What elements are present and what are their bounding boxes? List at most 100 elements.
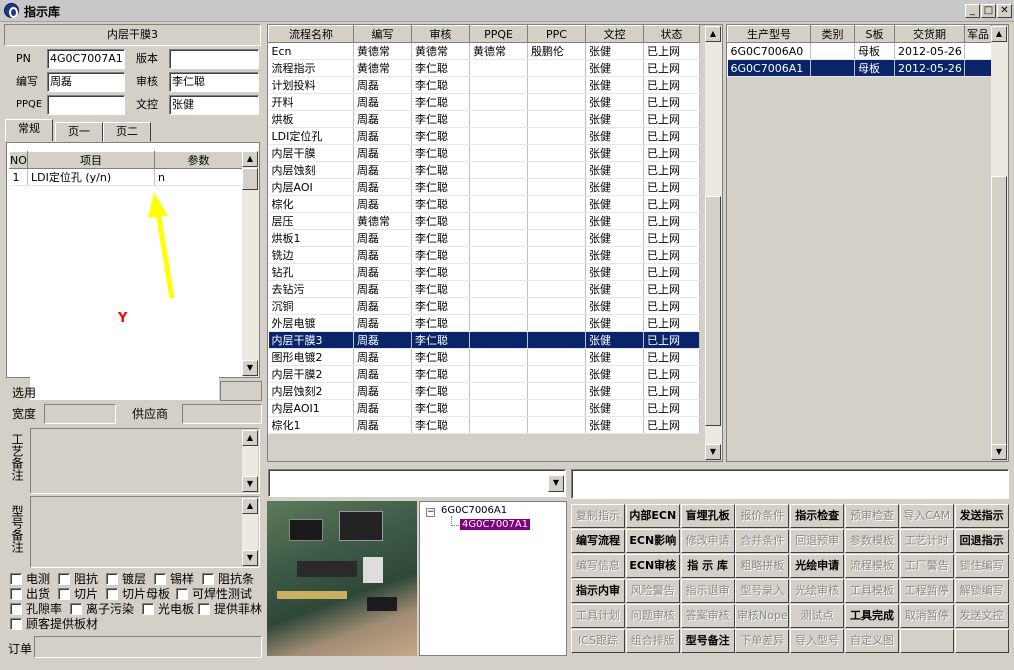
action-button[interactable]: 粗略拼板 (735, 554, 790, 578)
action-button[interactable]: 导入型号 (790, 629, 845, 653)
flow-col-header[interactable]: 流程名称 (268, 25, 354, 43)
action-button[interactable]: 编写流程 (571, 529, 625, 553)
action-button[interactable]: 测试点 (790, 604, 845, 628)
scroll-down-icon[interactable]: ▼ (242, 360, 258, 376)
checkbox-electrical-test[interactable] (10, 573, 22, 585)
flow-row[interactable]: 层压 黄德常 李仁聪 张健 已上网 (268, 212, 700, 230)
model-col-header[interactable]: 交货期 (894, 25, 965, 43)
flow-row[interactable]: 外层电镀 周磊 李仁聪 张健 已上网 (268, 314, 700, 332)
action-button[interactable]: 工具完成 (845, 604, 899, 628)
action-button[interactable]: 自定义图 (845, 629, 899, 653)
collapse-icon[interactable]: − (426, 508, 435, 517)
flow-row[interactable]: 内层蚀刻 周磊 李仁聪 张健 已上网 (268, 161, 700, 179)
action-button[interactable] (899, 629, 954, 653)
checkbox-impedance-strip[interactable] (202, 573, 214, 585)
action-button[interactable]: ECN影响 (625, 529, 680, 553)
checkbox-shipment[interactable] (10, 588, 22, 600)
flow-row[interactable]: 棕化1 周磊 李仁聪 张健 已上网 (268, 416, 700, 434)
action-button[interactable]: 工厂警告 (899, 554, 954, 578)
scroll-up-icon[interactable]: ▲ (242, 151, 258, 167)
maximize-button[interactable]: □ (981, 4, 996, 18)
action-button[interactable]: 指 示 库 (680, 554, 735, 578)
flow-row[interactable]: 内层干膜3 周磊 李仁聪 张健 已上网 (268, 331, 700, 349)
param-value[interactable]: n (154, 168, 243, 186)
action-button[interactable]: 参数模板 (845, 529, 899, 553)
action-button[interactable]: 指示检查 (790, 504, 845, 528)
flow-col-header[interactable]: 编写 (353, 25, 412, 43)
param-col-no[interactable]: NO (9, 151, 28, 169)
action-button[interactable]: 工艺计时 (899, 529, 954, 553)
action-button[interactable]: 回退指示 (954, 529, 1009, 553)
model-col-header[interactable]: S板 (854, 25, 895, 43)
scroll-down-icon[interactable]: ▼ (705, 444, 721, 460)
checkbox-solderability[interactable] (176, 588, 188, 600)
flow-row[interactable]: 内层AOI1 周磊 李仁聪 张健 已上网 (268, 399, 700, 417)
flow-scrollbar[interactable]: ▲ ▼ (705, 26, 722, 460)
action-button[interactable]: 报价条件 (735, 504, 790, 528)
flow-row[interactable]: 去钻污 周磊 李仁聪 张健 已上网 (268, 280, 700, 298)
writer-field[interactable]: 周磊 (47, 72, 125, 92)
checkbox-tin-sample[interactable] (154, 573, 166, 585)
flow-row[interactable]: 钻孔 周磊 李仁聪 张健 已上网 (268, 263, 700, 281)
flow-row[interactable]: 沉铜 周磊 李仁聪 张健 已上网 (268, 297, 700, 315)
command-input[interactable] (571, 469, 1009, 499)
process-note-field[interactable]: ▲ ▼ (30, 428, 260, 494)
scroll-up-icon[interactable]: ▲ (242, 430, 258, 446)
param-col-item[interactable]: 项目 (27, 151, 155, 169)
ppqe-field[interactable] (47, 95, 125, 115)
action-button[interactable]: 复制指示 (571, 504, 625, 528)
model-col-header[interactable]: 类别 (810, 25, 855, 43)
scroll-up-icon[interactable]: ▲ (991, 26, 1007, 42)
flow-row[interactable]: 铣边 周磊 李仁聪 张健 已上网 (268, 246, 700, 264)
action-button[interactable]: 盲埋孔板 (680, 504, 735, 528)
model-row[interactable]: 6G0C7006A1 母板 2012-05-26 (727, 59, 992, 77)
action-button[interactable]: 指示内审 (571, 579, 625, 603)
flow-row[interactable]: 内层蚀刻2 周磊 李仁聪 张健 已上网 (268, 382, 700, 400)
action-button[interactable]: 下单差异 (735, 629, 790, 653)
flow-row[interactable]: 计划投料 周磊 李仁聪 张健 已上网 (268, 76, 700, 94)
action-button[interactable]: 问题审核 (625, 604, 680, 628)
action-button[interactable]: 光绘申请 (790, 554, 845, 578)
flow-col-header[interactable]: 审核 (411, 25, 470, 43)
action-button[interactable]: 锁住编写 (954, 554, 1009, 578)
action-button[interactable]: 组合排版 (625, 629, 680, 653)
select-box[interactable] (220, 381, 262, 401)
minimize-button[interactable]: _ (965, 4, 980, 18)
tab-page-one[interactable]: 页一 (55, 122, 103, 142)
action-button[interactable]: 预审检查 (845, 504, 899, 528)
flow-row[interactable]: 流程指示 黄德常 李仁聪 张健 已上网 (268, 59, 700, 77)
action-button[interactable]: 导入CAM (899, 504, 954, 528)
action-button[interactable]: 风险警告 (625, 579, 680, 603)
checkbox-provide-film[interactable] (198, 603, 210, 615)
flow-combo[interactable]: ▼ (268, 469, 566, 497)
flow-row[interactable]: LDI定位孔 周磊 李仁聪 张健 已上网 (268, 127, 700, 145)
checkbox-photo-board[interactable] (142, 603, 154, 615)
scroll-thumb[interactable] (242, 168, 258, 190)
flow-row[interactable]: 内层AOI 周磊 李仁聪 张健 已上网 (268, 178, 700, 196)
pn-field[interactable]: 4G0C7007A1 (47, 49, 125, 69)
action-button[interactable]: 发送指示 (954, 504, 1009, 528)
order-field[interactable] (34, 636, 262, 658)
scroll-thumb[interactable] (705, 196, 721, 426)
action-button[interactable]: 型号备注 (680, 629, 735, 653)
action-button[interactable]: 答案审核 (680, 604, 735, 628)
tree-root[interactable]: 6G0C7006A1 (441, 505, 507, 516)
model-col-header[interactable]: 生产型号 (727, 25, 811, 43)
model-grid[interactable]: 生产型号 类别 S板 交货期 军品 6G0C7006A0 母板 2012-05-26 6G0C… (726, 24, 1009, 462)
model-note-field[interactable]: ▲ ▼ (30, 496, 260, 568)
tab-general[interactable]: 常规 (5, 119, 53, 141)
checkbox-plating[interactable] (106, 573, 118, 585)
model-tree[interactable]: − 6G0C7006A1 4G0C7007A1 (419, 501, 567, 656)
flow-grid[interactable]: 流程名称 编写 审核 PPQE PPC 文控 状态 Ecn 黄德常 黄德常 黄德常 殷鹏伦 张健 已上网… (267, 24, 723, 462)
flow-row[interactable]: 烘板1 周磊 李仁聪 张健 已上网 (268, 229, 700, 247)
checkbox-section-master[interactable] (106, 588, 118, 600)
action-button[interactable]: 修改申请 (680, 529, 735, 553)
flow-col-header[interactable]: PPQE (469, 25, 528, 43)
width-field[interactable] (44, 404, 116, 424)
action-button[interactable] (954, 629, 1009, 653)
checkbox-section[interactable] (58, 588, 70, 600)
action-button[interactable]: 回退预审 (790, 529, 845, 553)
scroll-up-icon[interactable]: ▲ (705, 26, 721, 42)
tree-child[interactable]: 4G0C7007A1 (460, 519, 531, 530)
checkbox-customer-material[interactable] (10, 618, 22, 630)
